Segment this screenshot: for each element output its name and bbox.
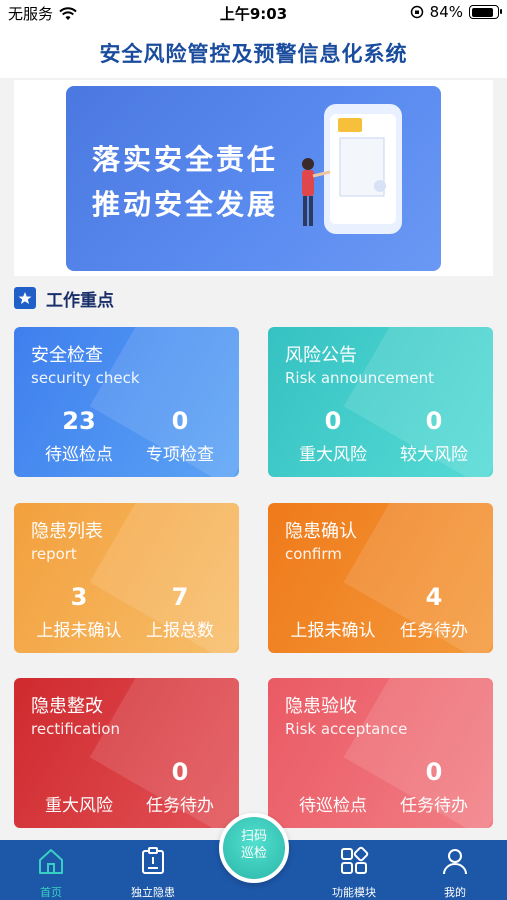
stat-pending-patrol[interactable]: 23 待巡检点 (29, 407, 129, 465)
card-security-check[interactable]: 安全检查 security check 23 待巡检点 0 专项检查 (14, 327, 239, 477)
stat-major-risk[interactable]: 0 重大风险 (283, 407, 383, 465)
banner-line-2: 推动安全发展 (92, 188, 279, 221)
stat-label: 待巡检点 (45, 445, 113, 465)
stat-label: 任务待办 (146, 796, 214, 816)
orientation-lock-icon (410, 5, 423, 19)
card-title: 隐患整改 (31, 696, 103, 717)
star-icon (14, 287, 36, 309)
stat-label: 上报总数 (146, 621, 214, 641)
tab-label: 我的 (444, 886, 466, 899)
card-subtitle: rectification (31, 720, 120, 738)
stat-unconfirmed-reports[interactable]: 上报未确认 (283, 583, 383, 641)
card-title: 隐患验收 (285, 696, 357, 717)
card-hazard-acceptance[interactable]: 隐患验收 Risk acceptance 待巡检点 0 任务待办 (268, 678, 493, 828)
stat-unconfirmed-reports[interactable]: 3 上报未确认 (29, 583, 129, 641)
stat-label: 任务待办 (400, 796, 468, 816)
stat-pending-tasks[interactable]: 0 任务待办 (384, 758, 484, 816)
modules-icon (341, 846, 369, 874)
stat-value: 4 (425, 583, 443, 611)
stat-label: 上报未确认 (290, 621, 376, 641)
card-risk-announcement[interactable]: 风险公告 Risk announcement 0 重大风险 0 较大风险 (268, 327, 493, 477)
tab-home[interactable]: 首页 (11, 840, 91, 900)
stat-value (283, 758, 383, 788)
tab-label: 首页 (40, 886, 62, 899)
card-title: 安全检查 (31, 345, 103, 366)
card-subtitle: Risk acceptance (285, 720, 408, 738)
tab-independent-hazard[interactable]: 独立隐患 (113, 840, 193, 900)
stat-label: 上报未确认 (36, 621, 122, 641)
stat-value: 0 (425, 407, 443, 435)
stat-label: 重大风险 (45, 796, 113, 816)
battery-fill (471, 7, 493, 17)
tab-label: 功能模块 (332, 886, 376, 899)
card-subtitle: security check (31, 369, 140, 387)
banner-container: 落实安全责任 推动安全发展 (14, 80, 493, 276)
stat-value: 23 (62, 407, 96, 435)
section-title: 工作重点 (46, 290, 114, 311)
header: 安全风险管控及预警信息化系统 (0, 26, 507, 78)
stat-value (283, 583, 383, 613)
banner-line-1: 落实安全责任 (92, 143, 279, 176)
stat-pending-tasks[interactable]: 4 任务待办 (384, 583, 484, 641)
banner-illustration (302, 104, 402, 234)
card-hazard-rectification[interactable]: 隐患整改 rectification 重大风险 0 任务待办 (14, 678, 239, 828)
card-title: 风险公告 (285, 345, 357, 366)
page-title: 安全风险管控及预警信息化系统 (99, 42, 408, 66)
stat-value: 7 (171, 583, 189, 611)
home-icon (39, 849, 63, 874)
card-title: 隐患列表 (31, 521, 103, 542)
stat-pending-tasks[interactable]: 0 任务待办 (130, 758, 230, 816)
stat-special-check[interactable]: 0 专项检查 (130, 407, 230, 465)
card-subtitle: confirm (285, 545, 342, 563)
report-icon (142, 847, 164, 874)
stat-label: 待巡检点 (299, 796, 367, 816)
stat-label: 任务待办 (400, 621, 468, 641)
card-subtitle: report (31, 545, 77, 563)
stat-value: 0 (171, 758, 189, 786)
status-bar: 无服务 上午9:03 84% (0, 0, 507, 26)
card-hazard-confirm[interactable]: 隐患确认 confirm 上报未确认 4 任务待办 (268, 503, 493, 653)
tab-mine[interactable]: 我的 (415, 840, 495, 900)
battery-percent: 84% (429, 3, 463, 21)
stat-label: 较大风险 (400, 445, 468, 465)
card-subtitle: Risk announcement (285, 369, 434, 387)
section-header: 工作重点 (14, 286, 114, 311)
stat-value: 0 (171, 407, 189, 435)
stat-label: 专项检查 (146, 445, 214, 465)
tab-label: 独立隐患 (131, 886, 175, 899)
stat-value: 0 (324, 407, 342, 435)
card-hazard-report[interactable]: 隐患列表 report 3 上报未确认 7 上报总数 (14, 503, 239, 653)
stat-pending-patrol[interactable]: 待巡检点 (283, 758, 383, 816)
battery-icon (469, 5, 502, 19)
scan-patrol-button[interactable]: 扫码 巡检 (219, 813, 289, 883)
scan-label-1: 扫码 (240, 829, 267, 844)
card-title: 隐患确认 (285, 521, 357, 542)
stat-major-risk[interactable]: 重大风险 (29, 758, 129, 816)
stat-value: 0 (425, 758, 443, 786)
user-icon (443, 849, 467, 875)
tab-function-modules[interactable]: 功能模块 (314, 840, 394, 900)
stat-value (29, 758, 129, 788)
scan-label-2: 巡检 (240, 846, 267, 861)
banner[interactable]: 落实安全责任 推动安全发展 (66, 86, 441, 271)
stat-label: 重大风险 (299, 445, 367, 465)
stat-large-risk[interactable]: 0 较大风险 (384, 407, 484, 465)
stat-total-reports[interactable]: 7 上报总数 (130, 583, 230, 641)
stat-value: 3 (70, 583, 88, 611)
